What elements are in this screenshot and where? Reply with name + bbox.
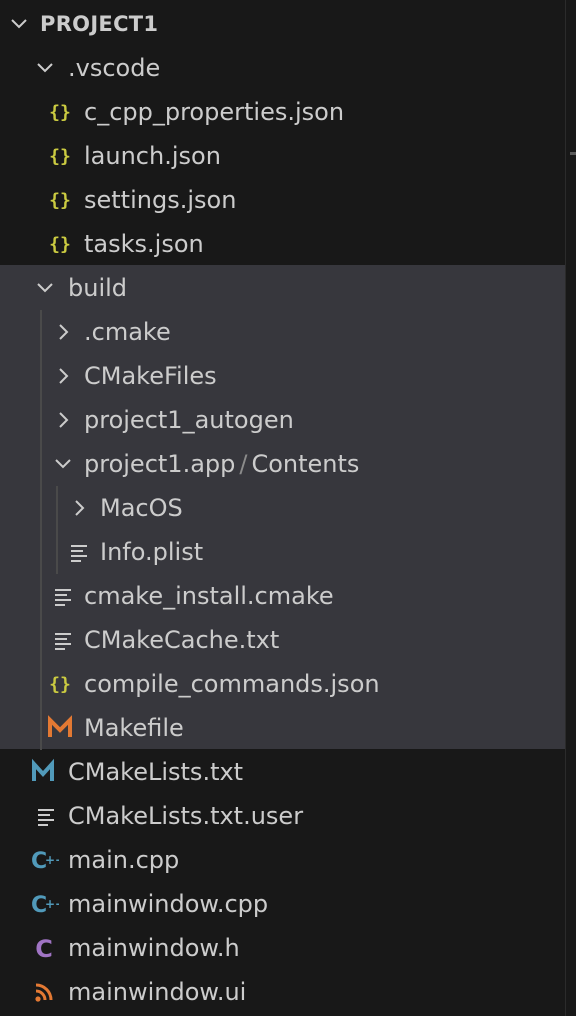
c-header-icon: C [29,933,59,963]
tree-item-mainwindow-ui[interactable]: mainwindow.ui [0,970,566,1014]
tree-item-makefile[interactable]: Makefile [0,706,566,750]
tree-item-label: compile_commands.json [84,670,380,698]
tree-item-mainwindow-cpp[interactable]: C++ mainwindow.cpp [0,882,566,926]
json-braces-icon: {} [45,229,75,259]
svg-text:++: ++ [45,853,59,867]
chevron-right-icon [52,409,74,431]
explorer-root-label: PROJECT1 [40,12,159,36]
tree-item-label[interactable]: project1.app [84,450,235,478]
tree-item-label: MacOS [100,494,183,522]
chevron-down-icon [34,57,56,79]
chevron-down-icon [8,13,30,35]
tree-item-project1-autogen-folder[interactable]: project1_autogen [0,398,566,442]
rss-feed-icon [29,977,59,1007]
json-braces-icon: {} [45,669,75,699]
cmake-m-icon [28,757,58,787]
tree-item-main-cpp[interactable]: C++ main.cpp [0,838,566,882]
tree-item-cmakelists-txt[interactable]: CMakeLists.txt [0,750,566,794]
svg-text:C: C [35,935,53,963]
tree-item-label: build [68,274,128,302]
tree-item-label: CMakeLists.txt.user [68,802,304,830]
tree-item-label: settings.json [84,186,237,214]
tree-item-label: .vscode [68,54,161,82]
json-braces-icon: {} [45,97,75,127]
json-braces-icon: {} [45,185,75,215]
tree-item-compile-commands-json[interactable]: {} compile_commands.json [0,662,566,706]
text-lines-icon [48,625,78,655]
tree-item-label: cmake_install.cmake [84,582,334,610]
tree-item-cmakelists-txt-user[interactable]: CMakeLists.txt.user [0,794,566,838]
tree-item-label: Makefile [84,714,184,742]
tree-item-info-plist[interactable]: Info.plist [0,530,566,574]
chevron-right-icon [52,365,74,387]
tree-item-cmake-folder[interactable]: .cmake [0,310,566,354]
path-separator: / [239,450,248,478]
tree-item-settings-json[interactable]: {} settings.json [0,178,566,222]
tree-item-label: mainwindow.h [68,934,240,962]
chevron-right-icon [68,497,90,519]
tree-item-label: mainwindow.ui [68,978,247,1006]
tree-item-c-cpp-properties-json[interactable]: {} c_cpp_properties.json [0,90,566,134]
tree-item-label: CMakeCache.txt [84,626,280,654]
text-lines-icon [31,801,61,831]
tree-item-cmakecache-txt[interactable]: CMakeCache.txt [0,618,566,662]
tree-item-project1-app-folder[interactable]: project1.app / Contents [0,442,566,486]
json-braces-icon: {} [45,141,75,171]
svg-text:{}: {} [49,102,71,123]
tree-item-launch-json[interactable]: {} launch.json [0,134,566,178]
chevron-right-icon [52,321,74,343]
svg-text:{}: {} [49,146,71,167]
svg-text:{}: {} [49,234,71,255]
tree-item-mainwindow-h[interactable]: C mainwindow.h [0,926,566,970]
tree-item-label: main.cpp [68,846,180,874]
tree-item-label: Info.plist [100,538,204,566]
tree-item-label: tasks.json [84,230,204,258]
tree-item-compact-path: project1.app / Contents [84,442,359,486]
svg-text:{}: {} [49,190,71,211]
tree-item-label: project1_autogen [84,406,294,434]
chevron-down-icon [34,277,56,299]
cpp-file-icon: C++ [29,845,59,875]
tree-item-vscode-folder[interactable]: .vscode [0,46,566,90]
tree-item-label-tail[interactable]: Contents [251,450,359,478]
scrollbar-marker [570,152,576,155]
text-lines-icon [48,581,78,611]
tree-item-label: CMakeLists.txt [68,758,244,786]
text-lines-icon [64,537,94,567]
chevron-down-icon [52,453,74,475]
tree-item-label: CMakeFiles [84,362,217,390]
svg-text:++: ++ [45,897,59,911]
tree-item-label: mainwindow.cpp [68,890,269,918]
tree-item-label: launch.json [84,142,221,170]
tree-item-macos-folder[interactable]: MacOS [0,486,566,530]
tree-item-cmakefiles-folder[interactable]: CMakeFiles [0,354,566,398]
tree-item-cmake-install-cmake[interactable]: cmake_install.cmake [0,574,566,618]
cpp-file-icon: C++ [29,889,59,919]
file-explorer-tree: PROJECT1 .vscode {} c_cpp_properties.jso… [0,0,566,1016]
explorer-root-project1[interactable]: PROJECT1 [0,2,566,46]
svg-text:{}: {} [49,674,71,695]
tree-item-build-folder[interactable]: build [0,266,566,310]
tree-item-label: .cmake [84,318,171,346]
tree-item-label: c_cpp_properties.json [84,98,345,126]
tree-item-tasks-json[interactable]: {} tasks.json [0,222,566,266]
makefile-m-icon [45,713,75,743]
